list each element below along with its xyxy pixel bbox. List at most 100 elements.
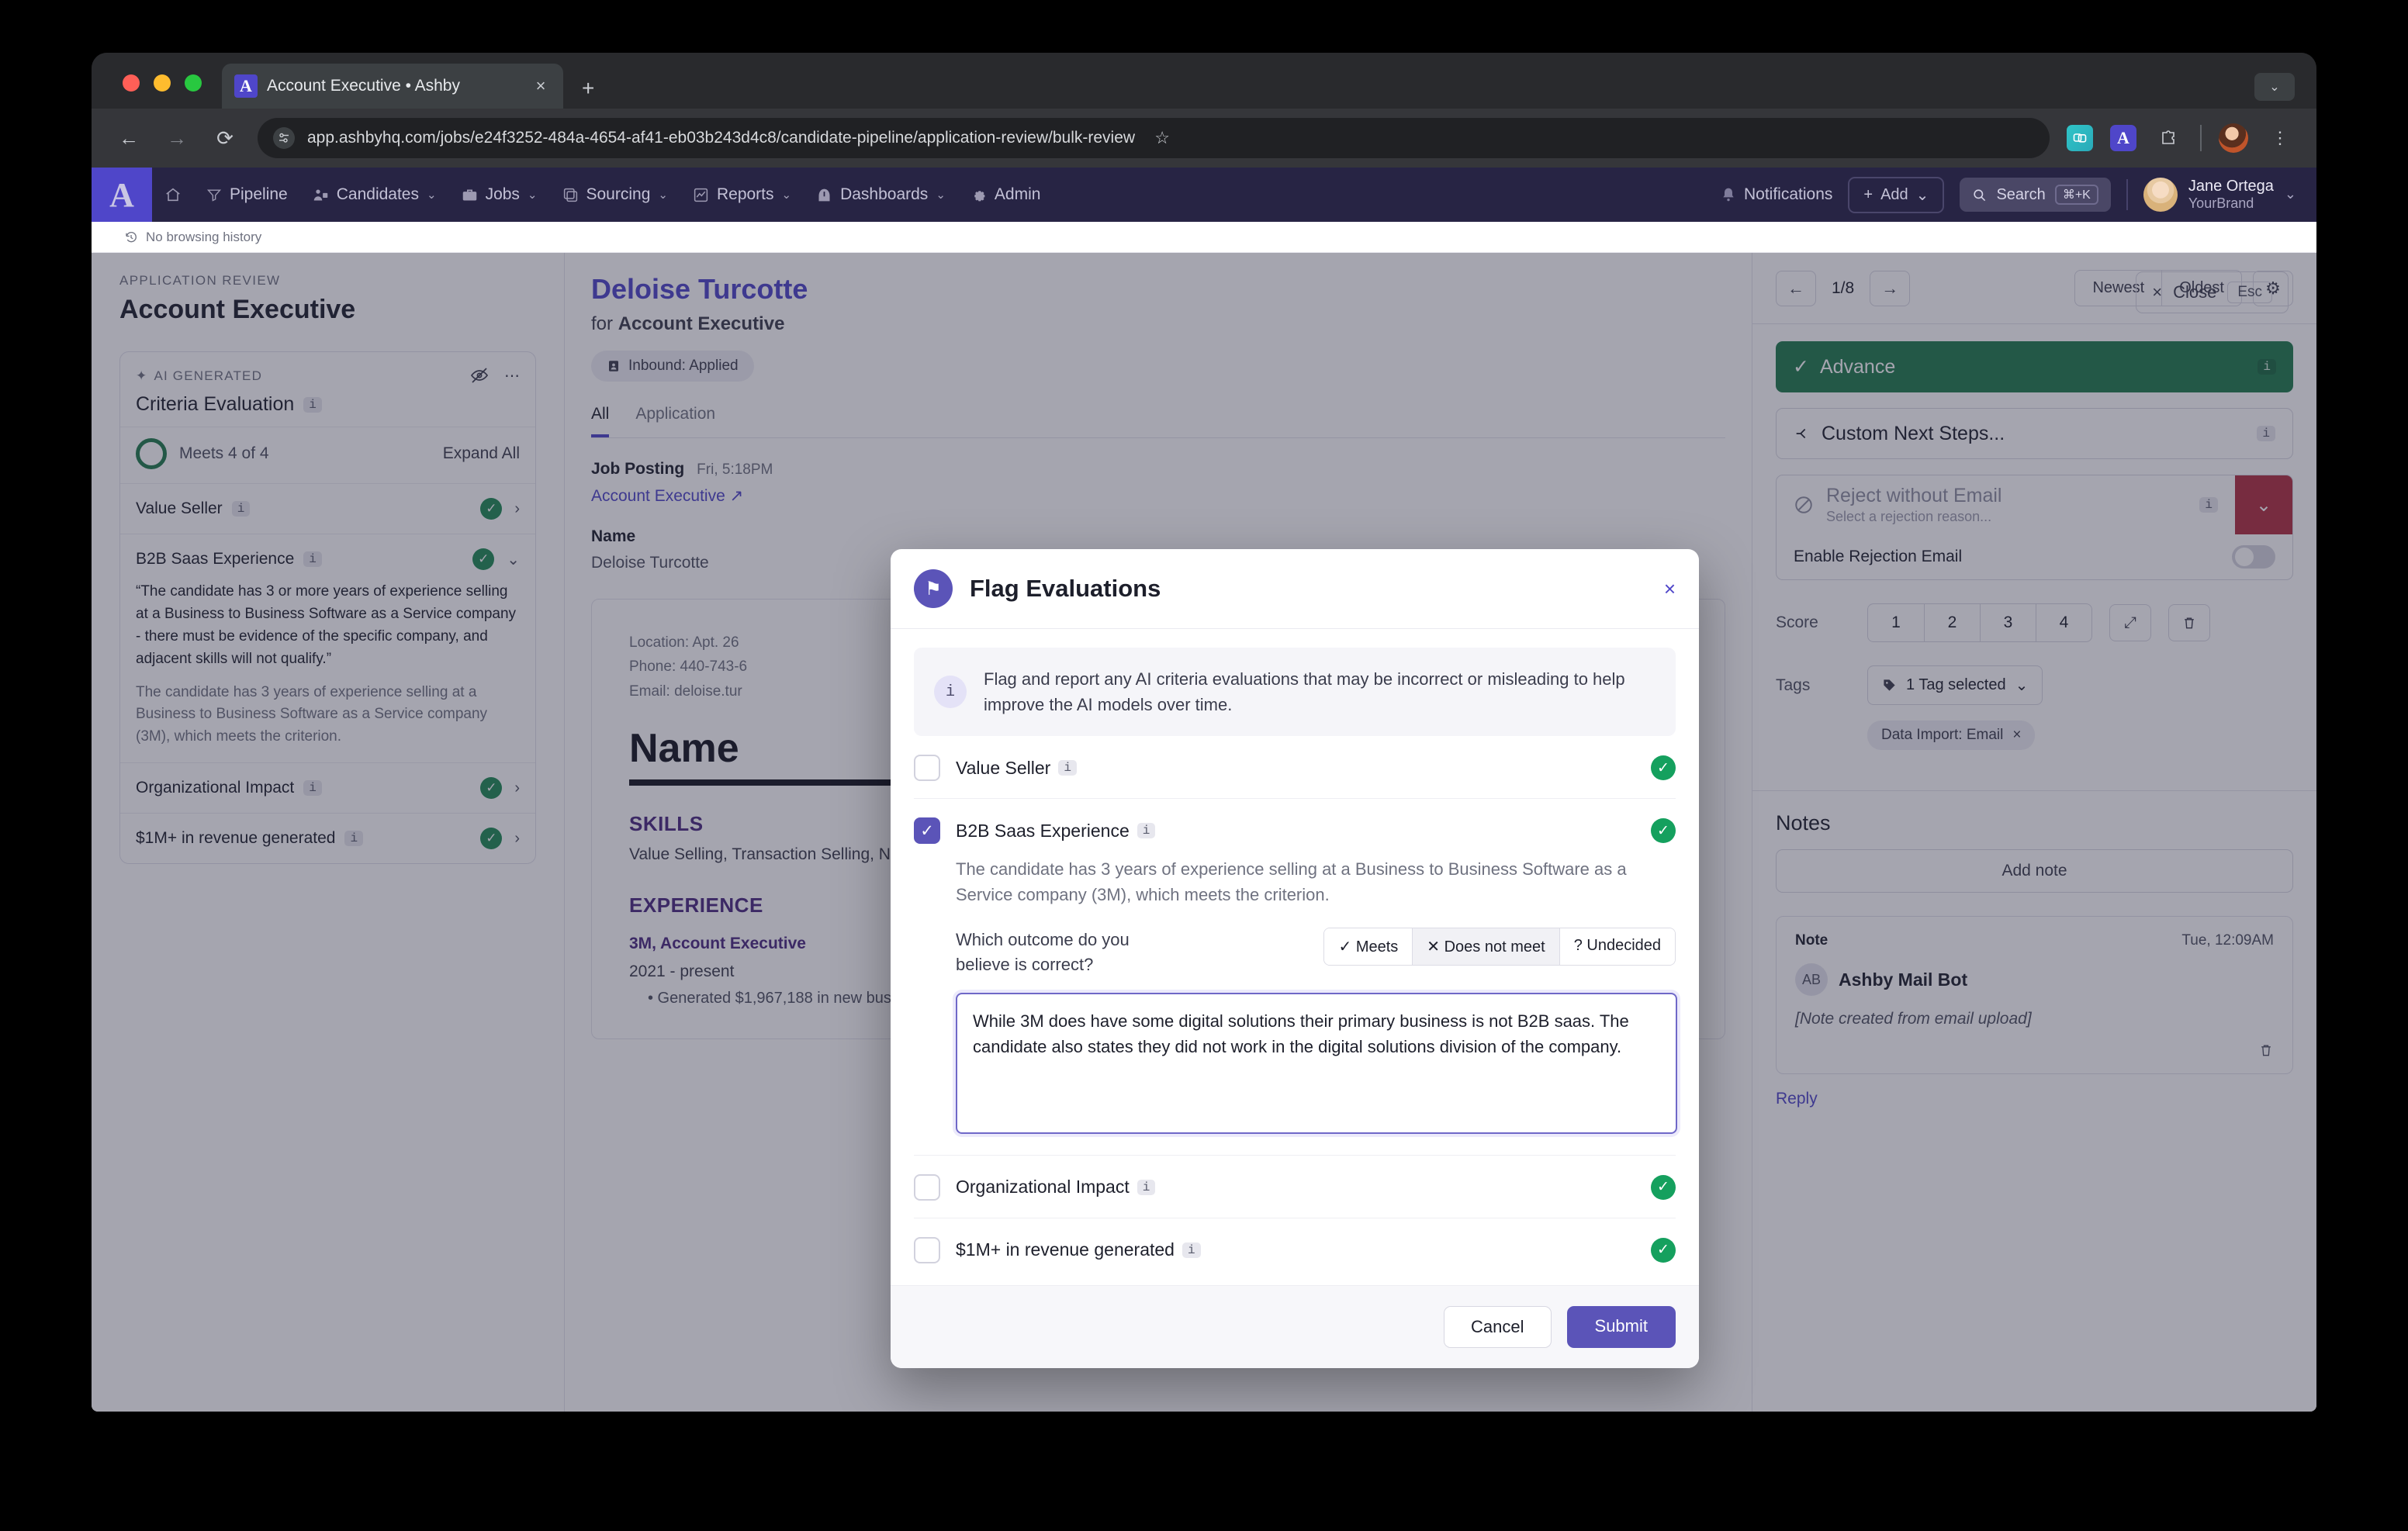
chevron-down-icon: ⌄ [2284,186,2296,202]
user-org: YourBrand [2188,195,2254,212]
close-tab-icon[interactable]: × [531,76,551,96]
bookmark-star-icon[interactable]: ☆ [1147,123,1177,153]
new-tab-icon[interactable]: + [582,76,594,101]
address-bar[interactable]: app.ashbyhq.com/jobs/e24f3252-484a-4654-… [258,118,2050,158]
gauge-icon [816,187,832,203]
nav-label-reports: Reports [716,185,774,203]
search-icon [1972,188,1987,202]
cross-icon: ✕ [1427,938,1441,956]
flag-row-label: $1M+ in revenue generated [956,1239,1175,1260]
info-icon[interactable]: i [1137,1179,1156,1195]
history-label: No browsing history [146,229,262,244]
info-icon[interactable]: i [1058,760,1077,776]
home-icon [164,186,182,203]
nav-label-candidates: Candidates [336,185,419,203]
info-icon[interactable]: i [1182,1242,1201,1258]
flag-row-label: Organizational Impact [956,1177,1130,1197]
outcome-undecided-label: Undecided [1586,937,1661,954]
flag-row[interactable]: Value Seller i ✓ [914,736,1676,799]
browser-toolbar: ← → ⟳ app.ashbyhq.com/jobs/e24f3252-484a… [92,109,2316,168]
modal-info-text: Flag and report any AI criteria evaluati… [984,669,1625,714]
flag-checkbox[interactable] [914,755,940,781]
search-button[interactable]: Search ⌘+K [1960,178,2111,212]
chevron-down-icon: ⌄ [658,188,668,202]
close-modal-icon[interactable]: × [1664,577,1676,601]
notifications-button[interactable]: Notifications [1721,168,1832,222]
main-content: APPLICATION REVIEW Account Executive ✦ A… [92,253,2316,1412]
submit-button[interactable]: Submit [1566,1305,1676,1348]
window-traffic-lights[interactable] [123,74,202,92]
extension-ashby-icon[interactable]: A [2110,125,2136,151]
chevron-down-icon: ⌄ [936,188,946,202]
nav-item-jobs[interactable]: Jobs ⌄ [449,168,550,222]
status-check-icon: ✓ [1651,1174,1676,1200]
site-settings-icon[interactable] [273,127,295,149]
close-window-button[interactable] [123,74,140,92]
navbar-right: Notifications + Add ⌄ Search ⌘+K Jane Or… [1721,168,2316,222]
bell-icon [1721,187,1736,202]
extensions-puzzle-icon[interactable] [2154,123,2183,153]
plus-icon: + [1863,185,1873,203]
flag-checkbox[interactable]: ✓ [914,817,940,844]
status-check-icon: ✓ [1651,755,1676,780]
tab-favicon: A [234,74,258,98]
app-navbar: A Pipeline Candidates ⌄ Jobs ⌄ Sourcing … [92,168,2316,222]
info-icon[interactable]: i [1137,823,1156,838]
back-icon[interactable]: ← [113,126,144,150]
outcome-segmented-control[interactable]: ✓ Meets ✕ Does not meet ? Undecided [1323,928,1676,966]
browser-tabstrip: A Account Executive • Ashby × + ⌄ [92,53,2316,109]
window-menu-icon[interactable]: ⌄ [2254,73,2295,101]
check-icon: ✓ [1338,938,1352,956]
user-menu[interactable]: Jane Ortega YourBrand ⌄ [2143,178,2296,213]
modal-title: Flag Evaluations [970,575,1161,602]
minimize-window-button[interactable] [154,74,171,92]
funnel-icon [206,187,222,202]
gear-icon [970,187,987,203]
desktop: A Account Executive • Ashby × + ⌄ ← → ⟳ … [0,0,2408,1531]
modal-header: ⚑ Flag Evaluations × [891,549,1699,629]
outcome-undecided-button[interactable]: ? Undecided [1559,928,1675,965]
browsing-history-bar: No browsing history [92,222,2316,253]
nav-item-dashboards[interactable]: Dashboards ⌄ [804,168,958,222]
flag-row[interactable]: $1M+ in revenue generated i ✓ [914,1218,1676,1280]
toolbar-divider [2200,125,2202,151]
nav-label-jobs: Jobs [485,185,520,203]
browser-profile-avatar[interactable] [2219,123,2248,153]
reload-icon[interactable]: ⟳ [209,126,240,150]
nav-label-pipeline: Pipeline [230,185,288,203]
flag-icon: ⚑ [914,569,953,608]
nav-item-reports[interactable]: Reports ⌄ [680,168,804,222]
browser-tab[interactable]: A Account Executive • Ashby × [222,64,563,109]
search-label: Search [1996,185,2046,203]
nav-item-home[interactable] [152,168,194,222]
outcome-does-not-meet-button[interactable]: ✕ Does not meet [1412,928,1559,965]
browser-menu-icon[interactable]: ⋮ [2265,123,2295,153]
cancel-button[interactable]: Cancel [1444,1305,1552,1348]
flag-row[interactable]: Organizational Impact i ✓ [914,1156,1676,1218]
browser-window: A Account Executive • Ashby × + ⌄ ← → ⟳ … [92,53,2316,1412]
navbar-divider [2126,179,2128,210]
nav-item-admin[interactable]: Admin [958,168,1054,222]
extension-teal-icon[interactable] [2067,125,2093,151]
question-mark-icon: ? [1573,937,1583,954]
nav-item-pipeline[interactable]: Pipeline [194,168,300,222]
chevron-down-icon: ⌄ [1915,186,1929,204]
maximize-window-button[interactable] [185,74,202,92]
nav-label-admin: Admin [994,185,1041,203]
flag-row-explanation: The candidate has 3 years of experience … [956,859,1627,904]
flag-row-label: Value Seller [956,757,1051,778]
flag-comment-textarea[interactable] [956,992,1677,1134]
nav-label-sourcing: Sourcing [586,185,651,203]
url-text: app.ashbyhq.com/jobs/e24f3252-484a-4654-… [307,129,1136,147]
flag-checkbox[interactable] [914,1236,940,1263]
flag-row[interactable]: ✓ B2B Saas Experience i ✓ The candidate … [914,799,1677,1156]
flag-checkbox[interactable] [914,1173,940,1201]
nav-item-sourcing[interactable]: Sourcing ⌄ [550,168,680,222]
nav-item-candidates[interactable]: Candidates ⌄ [300,168,449,222]
ashby-logo[interactable]: A [92,168,152,222]
user-name: Jane Ortega [2188,177,2274,195]
outcome-meets-button[interactable]: ✓ Meets [1324,928,1413,965]
modal-body: i Flag and report any AI criteria evalua… [891,629,1699,1285]
nav-label-dashboards: Dashboards [840,185,929,203]
add-button[interactable]: + Add ⌄ [1848,176,1945,213]
